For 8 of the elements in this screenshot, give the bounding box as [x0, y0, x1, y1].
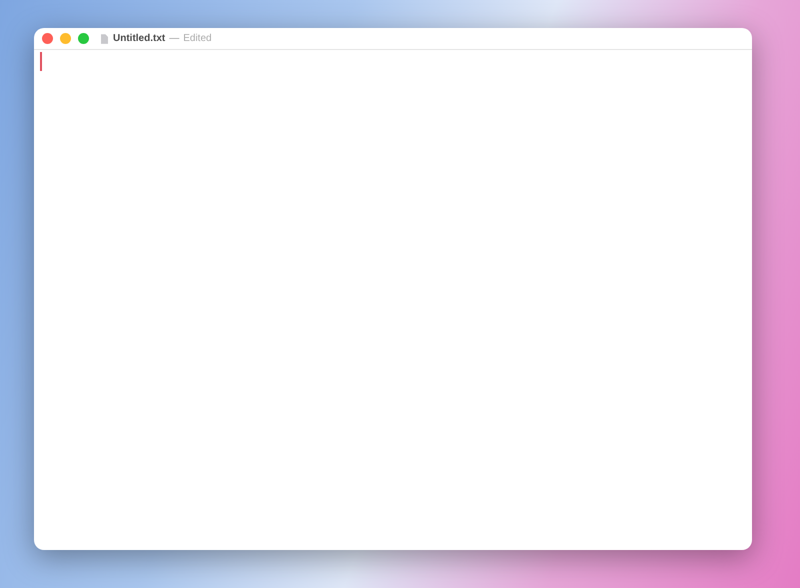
- zoom-button[interactable]: [78, 33, 89, 44]
- window-title: Untitled.txt: [113, 33, 166, 44]
- document-icon: [101, 34, 108, 44]
- title-separator: —: [169, 33, 180, 44]
- text-cursor: [40, 52, 42, 71]
- minimize-button[interactable]: [60, 33, 71, 44]
- edited-status: Edited: [183, 33, 212, 44]
- close-button[interactable]: [42, 33, 53, 44]
